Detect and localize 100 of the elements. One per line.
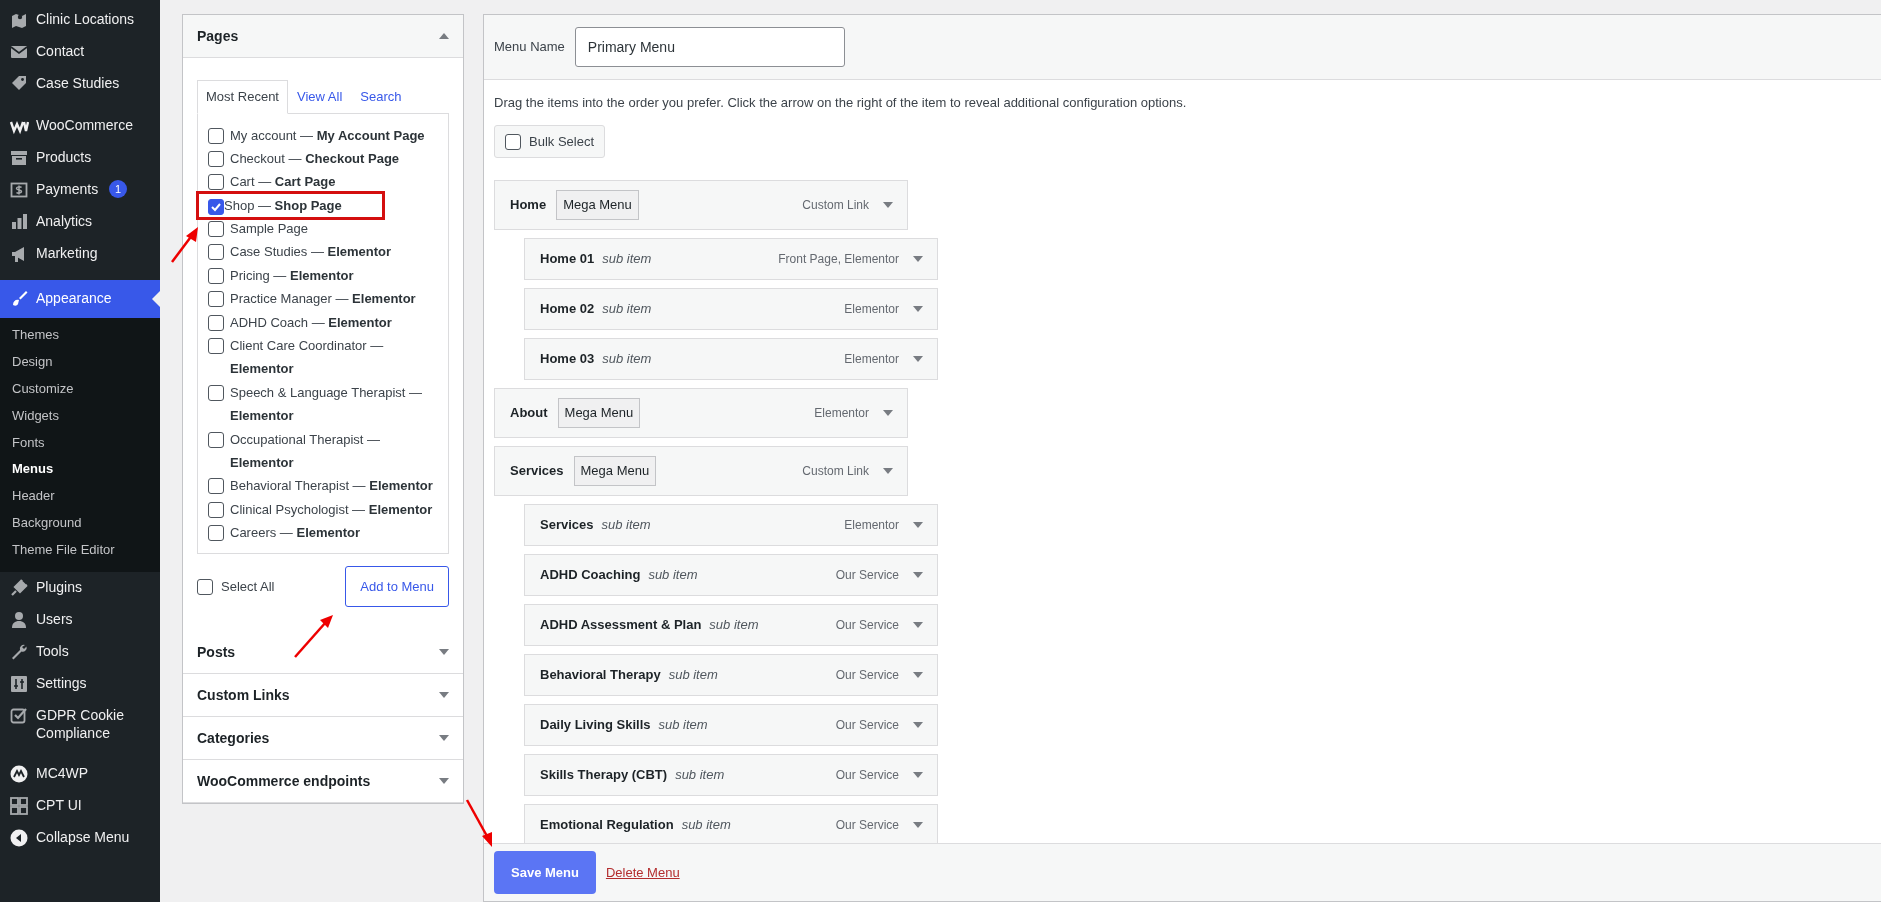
menu-item[interactable]: Home 01 sub item Front Page, Elementor (524, 238, 938, 280)
checkbox[interactable] (208, 221, 224, 238)
menu-item-title: Home 02 (540, 300, 595, 319)
submenu-item[interactable]: Header (0, 483, 160, 511)
expand-arrow-icon[interactable] (883, 410, 893, 416)
submenu-item[interactable]: Fonts (0, 429, 160, 457)
section-title[interactable]: Categories (197, 727, 270, 749)
checkbox[interactable] (208, 384, 224, 401)
menu-item[interactable]: Services sub item Elementor (524, 504, 938, 546)
sidebar-item[interactable]: GDPR Cookie Compliance (0, 700, 160, 749)
expand-arrow-icon[interactable] (913, 522, 923, 528)
menu-item[interactable]: About Mega Menu Elementor (494, 388, 908, 438)
expand-arrow-icon[interactable] (439, 649, 449, 656)
menu-name-field[interactable]: Primary Menu (574, 27, 845, 67)
sidebar-item[interactable]: Analytics (0, 206, 160, 238)
expand-arrow-icon[interactable] (913, 306, 923, 312)
mega-menu-button[interactable]: Mega Menu (557, 398, 641, 428)
tab[interactable]: Most Recent (197, 80, 288, 114)
checkbox[interactable] (208, 338, 224, 354)
expand-arrow-icon[interactable] (913, 672, 923, 678)
item-type: Our Service (835, 617, 899, 634)
section-title[interactable]: WooCommerce endpoints (197, 770, 371, 792)
checkbox[interactable] (208, 267, 224, 284)
checkbox[interactable] (208, 291, 224, 308)
expand-arrow-icon[interactable] (913, 256, 923, 262)
expand-arrow-icon[interactable] (439, 692, 449, 699)
delete-menu-link[interactable]: Delete Menu (605, 862, 680, 883)
checkbox[interactable] (208, 174, 224, 191)
sidebar-item[interactable]: Clinic Locations (0, 4, 160, 36)
checkbox[interactable] (505, 134, 521, 151)
expand-arrow-icon[interactable] (913, 772, 923, 778)
expand-arrow-icon[interactable] (913, 722, 923, 728)
sidebar-item[interactable]: Tools (0, 636, 160, 668)
menu-item[interactable]: Home 02 sub item Elementor (524, 288, 938, 330)
expand-arrow-icon[interactable] (913, 822, 923, 828)
sidebar-item[interactable]: Marketing (0, 238, 160, 270)
checkbox-icon (9, 706, 29, 726)
sidebar-item[interactable]: Users (0, 604, 160, 636)
menu-item[interactable]: Emotional Regulation sub item Our Service (524, 804, 938, 843)
sidebar-item[interactable]: MC4WP (0, 758, 160, 791)
menu-item[interactable]: Daily Living Skills sub item Our Service (524, 704, 938, 746)
submenu-item[interactable]: Themes (0, 322, 160, 349)
mega-menu-button[interactable]: Mega Menu (556, 190, 639, 220)
expand-arrow-icon[interactable] (439, 778, 449, 785)
sidebar-item[interactable]: Collapse Menu (0, 822, 160, 855)
checkbox[interactable] (208, 314, 224, 331)
expand-arrow-icon[interactable] (913, 622, 923, 628)
checkbox[interactable] (197, 579, 213, 596)
checkbox[interactable] (208, 199, 224, 216)
menu-item[interactable]: Home 03 sub item Elementor (524, 338, 938, 380)
menu-item[interactable]: Skills Therapy (CBT) sub item Our Service (524, 754, 938, 796)
sidebar-item[interactable]: Case Studies (0, 68, 160, 100)
expand-arrow-icon[interactable] (913, 356, 923, 362)
expand-arrow-icon[interactable] (883, 202, 893, 208)
sidebar-item[interactable]: Payments 1 (0, 174, 160, 206)
checkbox[interactable] (208, 501, 224, 518)
plug-icon (9, 578, 29, 598)
submenu-item[interactable]: Theme File Editor (0, 537, 160, 564)
section-title[interactable]: Custom Links (197, 684, 290, 706)
user-icon (9, 610, 29, 630)
sidebar-item[interactable]: Settings (0, 668, 160, 700)
menu-item[interactable]: ADHD Assessment & Plan sub item Our Service (524, 604, 938, 646)
menu-item[interactable]: Services Mega Menu Custom Link (494, 446, 908, 496)
item-note: sub item (681, 816, 731, 835)
checkbox[interactable] (208, 478, 224, 495)
add-to-menu-button[interactable]: Add to Menu (345, 565, 449, 608)
bulk-select-button[interactable]: Bulk Select (494, 124, 606, 158)
expand-arrow-icon[interactable] (913, 572, 923, 578)
submenu-item[interactable]: Background (0, 510, 160, 538)
item-type: Elementor (814, 405, 869, 422)
item-type: Our Service (835, 567, 899, 584)
expand-arrow-icon[interactable] (883, 468, 893, 474)
checkbox[interactable] (208, 150, 224, 167)
mega-menu-button[interactable]: Mega Menu (573, 456, 657, 486)
sidebar-item[interactable]: Appearance (0, 280, 160, 318)
checkbox[interactable] (208, 431, 224, 448)
menu-item[interactable]: Home Mega Menu Custom Link (494, 180, 908, 230)
collapse-arrow-icon[interactable] (439, 33, 449, 39)
sidebar-item[interactable]: Products (0, 142, 160, 174)
checkbox[interactable] (208, 244, 224, 261)
count-badge: 1 (109, 180, 128, 198)
expand-arrow-icon[interactable] (439, 735, 449, 742)
menu-item[interactable]: Behavioral Therapy sub item Our Service (524, 654, 938, 696)
submenu-item[interactable]: Widgets (0, 402, 160, 430)
section-title[interactable]: Posts (197, 641, 236, 663)
submenu-item[interactable]: Design (0, 348, 160, 376)
item-note: sub item (601, 516, 651, 535)
save-menu-button[interactable]: Save Menu (494, 850, 596, 895)
submenu-item[interactable]: Menus (0, 456, 160, 484)
sidebar-item[interactable]: Plugins (0, 572, 160, 604)
submenu-item[interactable]: Customize (0, 375, 160, 403)
menu-item[interactable]: ADHD Coaching sub item Our Service (524, 554, 938, 596)
sidebar-item[interactable]: Contact (0, 36, 160, 68)
sidebar-item[interactable]: WooCommerce (0, 110, 160, 142)
tab[interactable]: Search (351, 80, 411, 114)
checkbox[interactable] (208, 127, 224, 144)
tab[interactable]: View All (288, 80, 352, 114)
sidebar-item[interactable]: CPT UI (0, 790, 160, 823)
checkbox[interactable] (208, 525, 224, 542)
item-note: sub item (675, 766, 725, 785)
